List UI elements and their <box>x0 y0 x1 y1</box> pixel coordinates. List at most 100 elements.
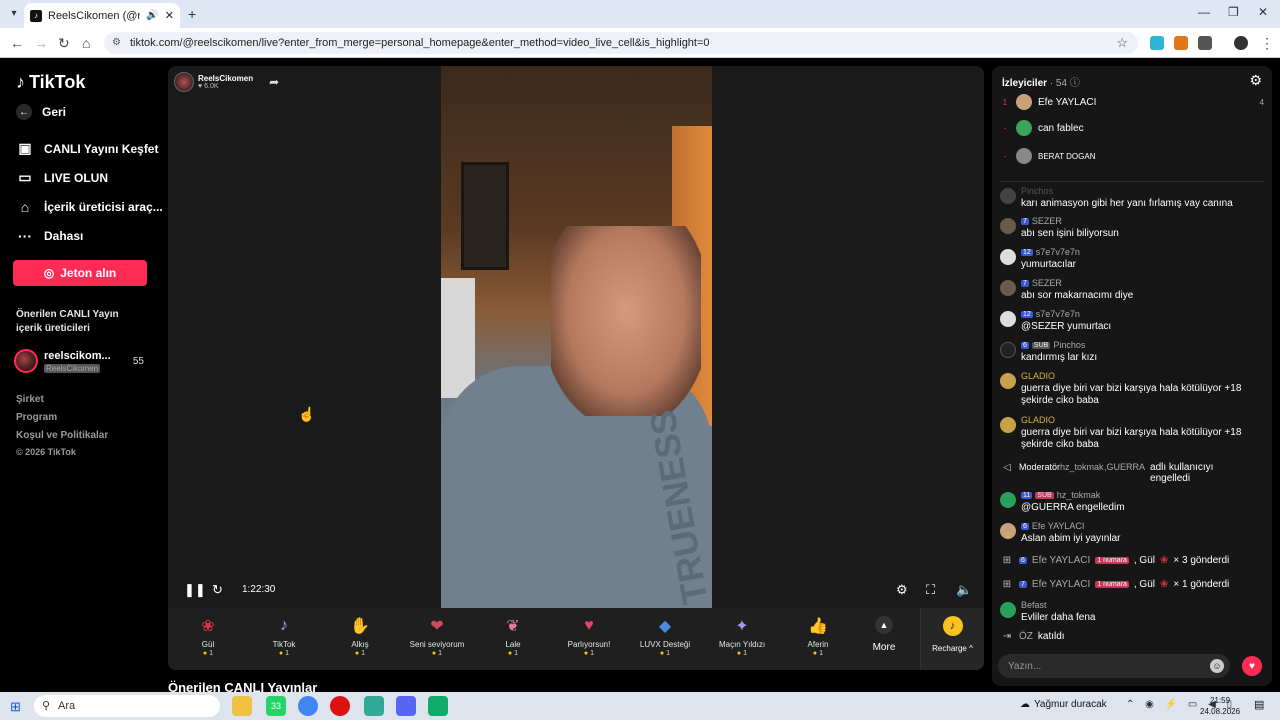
video-person-head <box>551 226 701 416</box>
taskbar-clock[interactable]: 21:59 24.08.2026 <box>1200 695 1240 717</box>
weather-widget[interactable]: ☁ Yağmur duracak <box>1020 699 1107 710</box>
footer-link-company[interactable]: Şirket <box>16 394 44 405</box>
sidebar-item-label: İçerik üreticisi araç... <box>44 200 163 214</box>
extension-icon[interactable] <box>1150 36 1164 50</box>
chat-settings-gear-icon[interactable]: ⚙ <box>1249 72 1262 89</box>
gift-price: 1 <box>176 650 240 657</box>
avatar <box>1000 342 1016 358</box>
tab-list-button[interactable]: ▾ <box>6 5 22 21</box>
host-info[interactable]: ReelsCikomen ♥ 6.0K ➦ <box>174 72 279 92</box>
sidebar-item-explore-live[interactable]: ▣ CANLI Yayını Keşfet <box>16 140 158 157</box>
tab-close-icon[interactable]: ✕ <box>165 9 174 22</box>
tiktok-logo[interactable]: ♪ TikTok <box>16 72 85 93</box>
blocked-user[interactable]: ,GUERRA <box>1104 462 1145 472</box>
more-gifts-button[interactable]: ▲ More <box>864 616 904 653</box>
chat-header: 7 SEZER <box>1021 216 1062 226</box>
bookmark-star-icon[interactable]: ☆ <box>1116 35 1128 51</box>
suggested-creator[interactable]: reelscikom... ReelsCikomen 55 <box>14 348 148 378</box>
chat-sender[interactable]: SEZER <box>1032 278 1062 288</box>
emoji-icon[interactable]: ☺ <box>1210 659 1224 673</box>
volume-icon[interactable]: 🔈 <box>956 582 972 598</box>
footer-link-terms[interactable]: Koşul ve Politikalar <box>16 430 108 441</box>
gift-tulip[interactable]: ❦ Lale 1 <box>481 614 545 657</box>
close-window-button[interactable]: ✕ <box>1258 5 1268 19</box>
chat-sender[interactable]: SEZER <box>1032 216 1062 226</box>
restore-button[interactable]: ❐ <box>1228 5 1239 19</box>
joined-user[interactable]: ÖZ <box>1019 631 1033 642</box>
viewer-row[interactable]: 1 Efe YAYLACI 4 <box>1000 94 1264 110</box>
extensions-puzzle-icon[interactable] <box>1198 36 1212 50</box>
profile-avatar[interactable] <box>1234 36 1248 50</box>
metamask-icon[interactable] <box>1174 36 1188 50</box>
chat-sender[interactable]: GLADIO <box>1021 371 1055 381</box>
gift-clap[interactable]: ✋ Alkış 1 <box>328 614 392 657</box>
chat-sender[interactable]: Efe YAYLACI <box>1032 521 1085 531</box>
chat-header: 12 s7e7v7e7n <box>1021 309 1080 319</box>
sidebar-item-more[interactable]: ··· Dahası <box>16 228 83 244</box>
gift-sender[interactable]: Efe YAYLACI <box>1032 579 1090 590</box>
whatsapp-icon[interactable]: 33 <box>266 696 286 716</box>
windows-start-icon[interactable]: ⊞ <box>10 699 21 715</box>
chat-sender[interactable]: s7e7v7e7n <box>1036 309 1080 319</box>
gift-luvx[interactable]: ◆ LUVX Desteği 1 <box>633 614 697 657</box>
opera-icon[interactable] <box>330 696 350 716</box>
refresh-icon[interactable]: ↻ <box>212 582 223 598</box>
browser-menu-icon[interactable]: ⋮ <box>1260 35 1274 52</box>
notification-icon[interactable]: ▤ <box>1254 698 1264 711</box>
footer-link-program[interactable]: Program <box>16 412 57 423</box>
moderator-name[interactable]: hz_tokmak <box>1060 462 1104 472</box>
fullscreen-icon[interactable]: ⛶ <box>926 582 935 598</box>
forward-arrow-icon[interactable]: → <box>34 35 48 51</box>
level-badge: 12 <box>1021 310 1033 318</box>
host-avatar[interactable] <box>174 72 194 92</box>
gift-sender[interactable]: Efe YAYLACI <box>1032 555 1090 566</box>
chat-input[interactable]: Yazın... ☺ <box>998 654 1230 678</box>
chrome-icon[interactable] <box>298 696 318 716</box>
discord-icon[interactable] <box>396 696 416 716</box>
new-tab-button[interactable]: + <box>188 6 196 22</box>
taskbar-search[interactable]: ⚲ Ara <box>34 695 220 717</box>
viewer-row[interactable]: - can fablec <box>1000 120 1264 136</box>
chat-sender[interactable]: Befast <box>1021 600 1047 610</box>
minimize-button[interactable]: — <box>1198 5 1210 19</box>
chat-text: guerra diye biri var bizi karşıya hala k… <box>1021 427 1242 450</box>
tab-audio-icon[interactable]: 🔊 <box>146 10 158 21</box>
back-arrow-icon[interactable]: ← <box>10 35 24 51</box>
chat-sender[interactable]: s7e7v7e7n <box>1036 247 1080 257</box>
viewer-count: 4 <box>1259 97 1264 107</box>
sidebar-item-creator-tools[interactable]: ⌂ İçerik üreticisi araç... <box>16 199 163 215</box>
gift-love[interactable]: ❤ Seni seviyorum 1 <box>405 614 469 657</box>
gift-star[interactable]: ✦ Maçın Yıldızı 1 <box>710 614 774 657</box>
settings-gear-icon[interactable]: ⚙ <box>896 582 908 598</box>
viewer-row[interactable]: - BERAT DOGAN <box>1000 148 1264 164</box>
browser-tab[interactable]: ♪ ReelsCikomen (@reelscikom 🔊 ✕ <box>24 3 180 28</box>
site-info-icon[interactable]: ⚙ <box>112 37 121 48</box>
gift-shining[interactable]: ♥ Parlıyorsun! 1 <box>557 614 621 657</box>
recharge-label: Recharge ^ <box>932 644 973 653</box>
gift-name: Aferin <box>807 640 829 649</box>
like-heart-button[interactable]: ♥ <box>1242 656 1262 676</box>
chat-sender[interactable]: Pinchos <box>1053 340 1085 350</box>
share-icon[interactable]: ➦ <box>269 75 279 89</box>
gift-rose[interactable]: ❀ Gül 1 <box>176 614 240 657</box>
pause-icon[interactable]: ❚❚ <box>184 582 206 598</box>
get-coins-button[interactable]: ◎ Jeton alın <box>13 260 147 286</box>
gift-thumbs-up[interactable]: 👍 Aferin 1 <box>786 614 850 657</box>
file-explorer-icon[interactable] <box>232 696 252 716</box>
chat-sender[interactable]: hz_tokmak <box>1057 490 1101 500</box>
home-icon[interactable]: ⌂ <box>82 35 90 51</box>
chat-sender[interactable]: GLADIO <box>1021 415 1055 425</box>
live-video[interactable]: TRUENESS <box>441 66 716 608</box>
sidebar-item-go-live[interactable]: ▭ LIVE OLUN <box>16 169 108 186</box>
app-icon[interactable] <box>364 696 384 716</box>
moderation-notice: ◁ Moderatörhz_tokmak ,GUERRA adlı kullan… <box>1000 462 1264 484</box>
reload-icon[interactable]: ↻ <box>58 35 70 52</box>
live-explore-icon: ▣ <box>18 140 32 156</box>
app-icon[interactable] <box>428 696 448 716</box>
back-nav-item[interactable]: ← Geri <box>16 104 66 120</box>
clock-time: 21:59 <box>1210 696 1231 705</box>
info-icon[interactable]: ⓘ <box>1070 78 1080 89</box>
recharge-button[interactable]: ♪ Recharge ^ <box>920 608 984 670</box>
gift-tiktok[interactable]: ♪ TikTok 1 <box>252 614 316 657</box>
url-bar[interactable]: ⚙ tiktok.com/@reelscikomen/live?enter_fr… <box>104 32 1138 54</box>
